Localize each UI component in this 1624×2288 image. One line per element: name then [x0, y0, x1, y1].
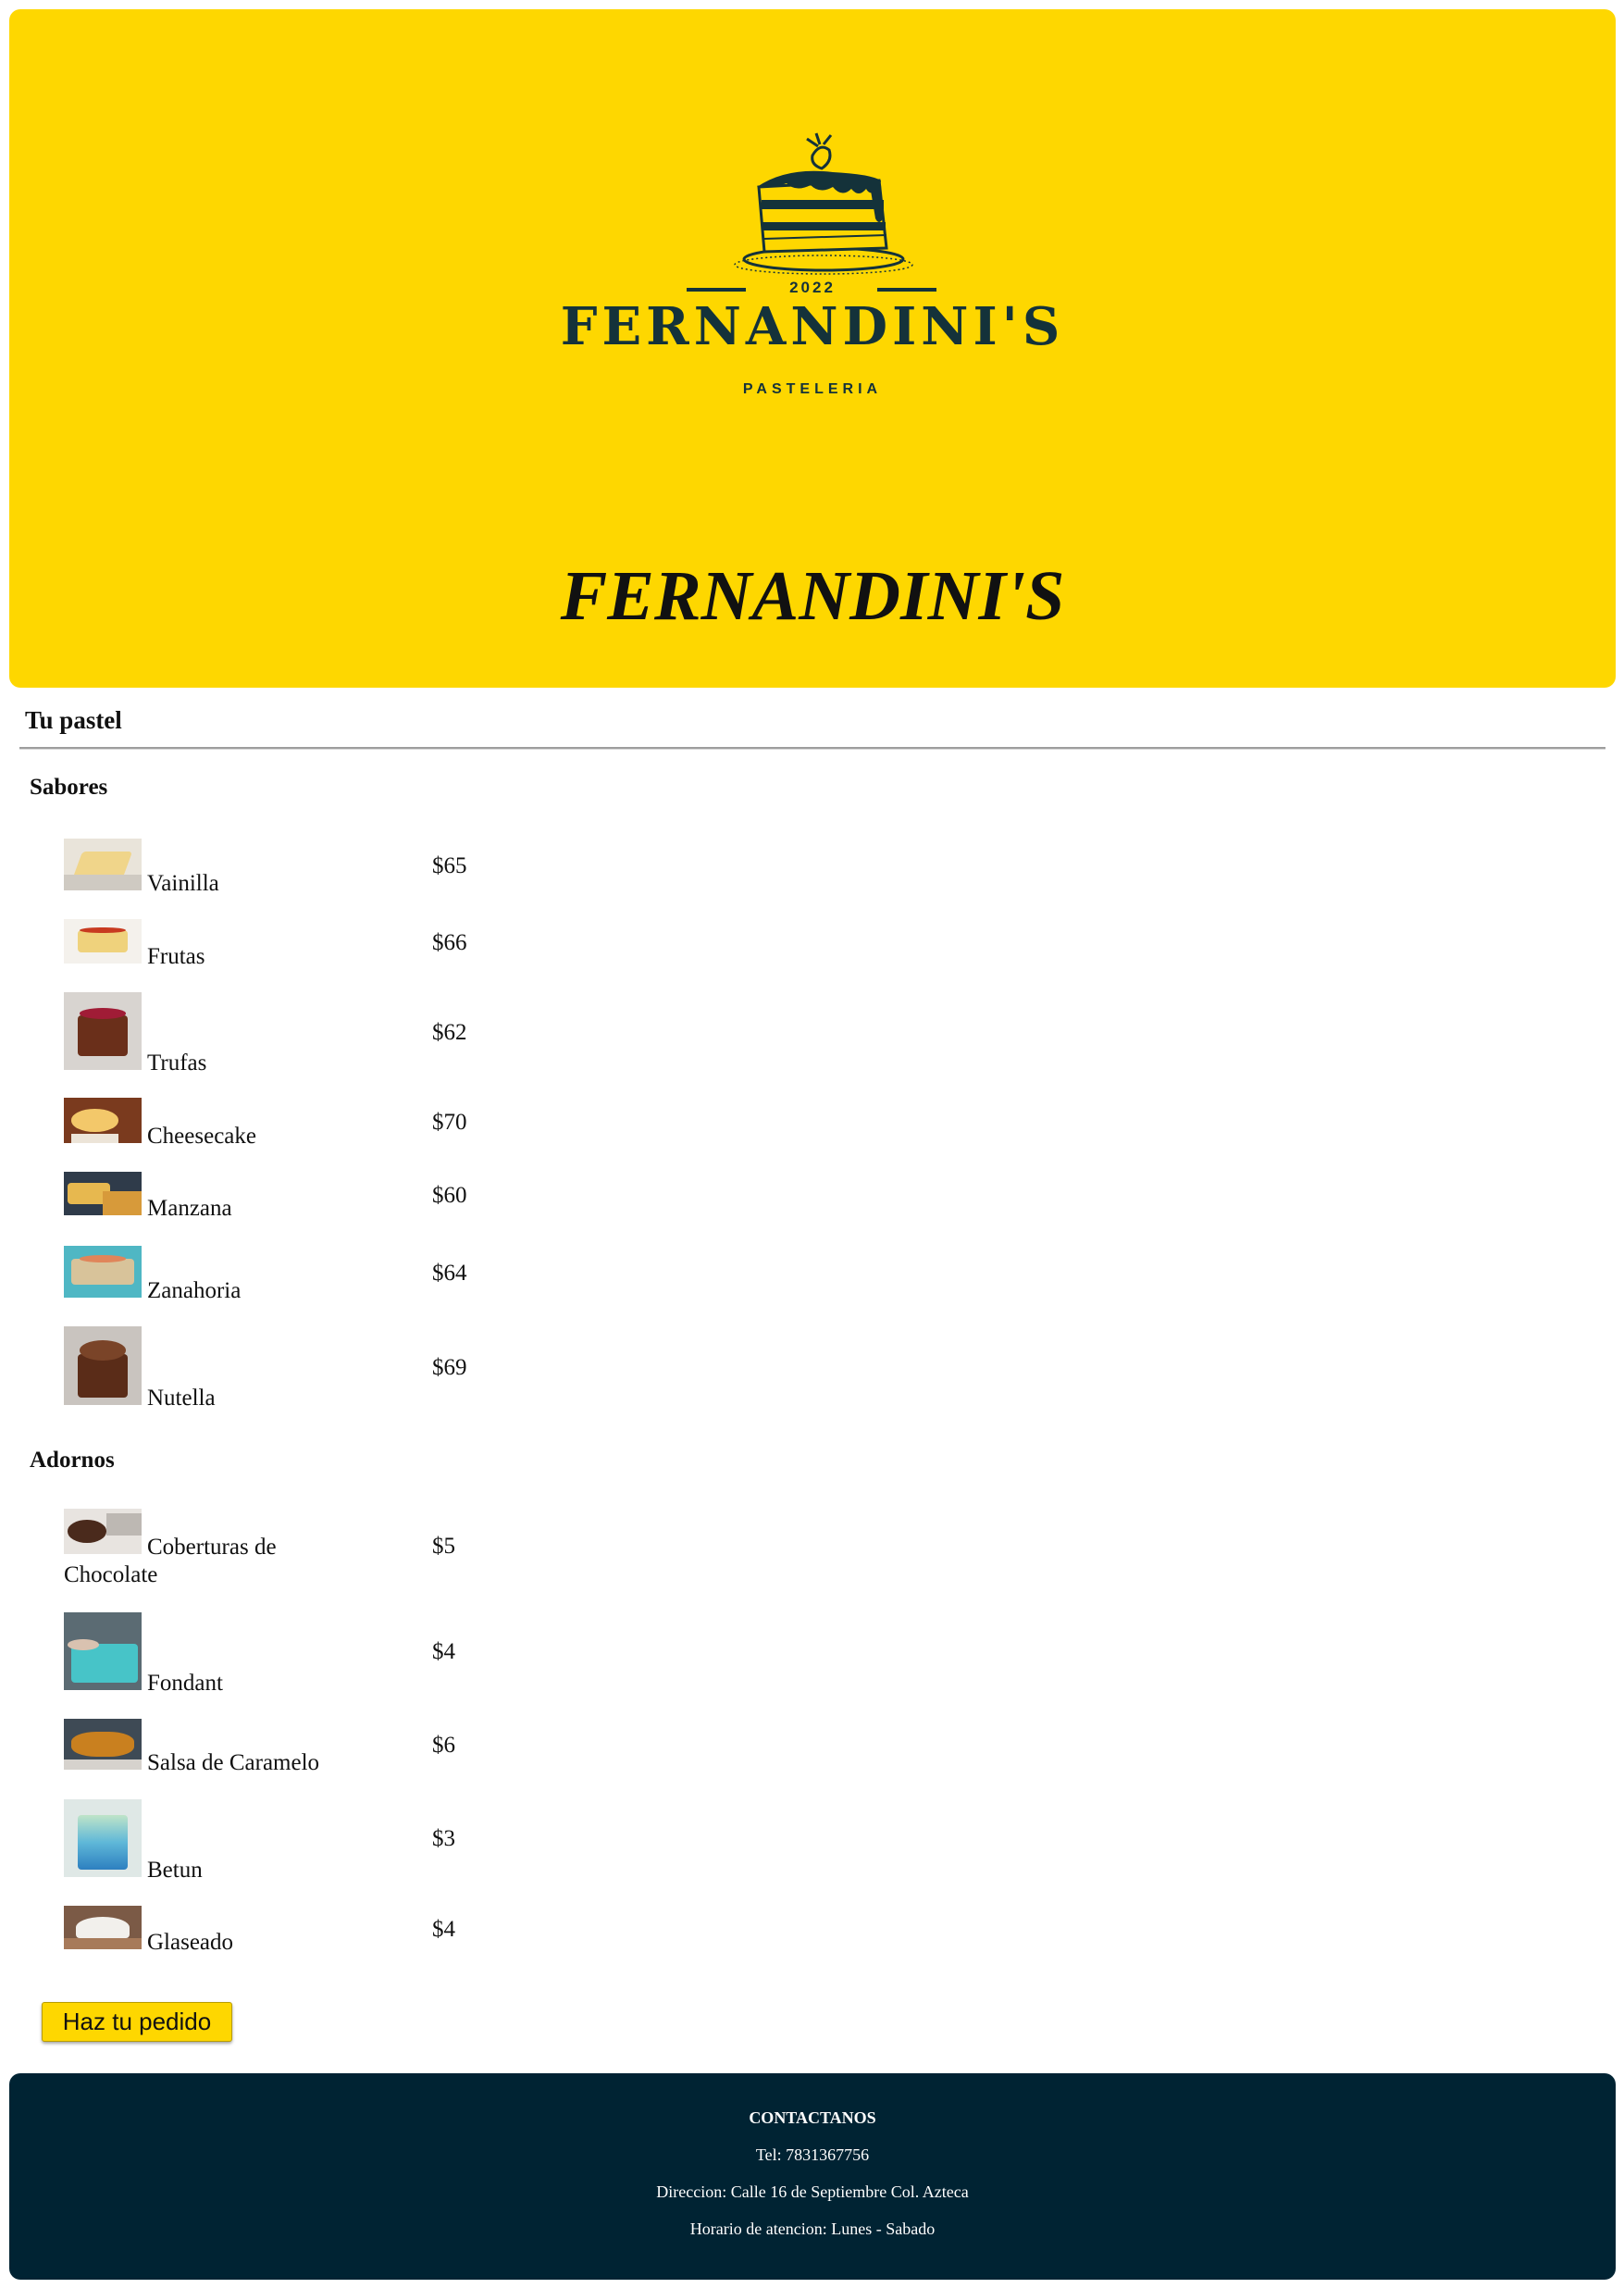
frosting-photo-icon	[64, 1799, 142, 1877]
topping-price-betun: $3	[432, 1826, 455, 1851]
flavor-item-vainilla[interactable]: Vainilla	[64, 839, 341, 898]
nutella-cake-photo-icon	[64, 1326, 142, 1405]
glaze-photo-icon	[64, 1906, 142, 1949]
topping-label: Glaseado	[147, 1930, 234, 1955]
topping-label: Salsa de Caramelo	[147, 1750, 320, 1775]
header-banner: 2022 FERNANDINI'S PASTELERIA FERNANDINI'…	[9, 9, 1616, 688]
footer-address: Direccion: Calle 16 de Septiembre Col. A…	[656, 2182, 969, 2201]
logo-year: 2022	[789, 279, 836, 296]
topping-price-salsa-de-caramelo: $6	[432, 1733, 455, 1758]
flavor-label: Nutella	[147, 1386, 216, 1411]
topping-price-fondant: $4	[432, 1639, 455, 1664]
logo-rule-right	[877, 288, 936, 292]
adornos-heading: Adornos	[30, 1448, 115, 1473]
flavor-item-frutas[interactable]: Frutas	[64, 919, 341, 971]
footer-phone: Tel: 7831367756	[755, 2145, 870, 2164]
topping-label: Betun	[147, 1858, 203, 1883]
flavor-price-cheesecake: $70	[432, 1110, 467, 1135]
flavor-price-zanahoria: $64	[432, 1261, 467, 1286]
fondant-photo-icon	[64, 1612, 142, 1690]
sabores-heading: Sabores	[30, 775, 108, 800]
carrot-cake-photo-icon	[64, 1246, 142, 1298]
flavor-label: Cheesecake	[147, 1124, 256, 1149]
flavor-item-trufas[interactable]: Trufas	[64, 992, 341, 1077]
flavor-label: Vainilla	[147, 871, 219, 896]
flavor-label: Zanahoria	[147, 1278, 242, 1303]
topping-item-betun[interactable]: Betun	[64, 1799, 341, 1884]
topping-price-glaseado: $4	[432, 1917, 455, 1942]
cake-slice-icon	[734, 132, 913, 275]
flavor-item-zanahoria[interactable]: Zanahoria	[64, 1246, 341, 1305]
chocolate-coating-photo-icon	[64, 1509, 142, 1554]
fruit-cake-photo-icon	[64, 919, 142, 964]
logo-subtitle: PASTELERIA	[742, 381, 883, 397]
topping-price-coberturas-de-chocolate: $5	[432, 1534, 455, 1559]
flavor-item-manzana[interactable]: Manzana	[64, 1172, 341, 1223]
section-title: Tu pastel	[25, 706, 122, 734]
topping-item-glaseado[interactable]: Glaseado	[64, 1906, 341, 1957]
flavor-item-cheesecake[interactable]: Cheesecake	[64, 1098, 341, 1150]
flavor-price-trufas: $62	[432, 1020, 467, 1045]
truffle-cake-photo-icon	[64, 992, 142, 1070]
cheesecake-photo-icon	[64, 1098, 142, 1143]
page-title: FERNANDINI'S	[560, 557, 1065, 635]
footer-hours: Horario de atencion: Lunes - Sabado	[689, 2220, 936, 2238]
flavor-label: Manzana	[147, 1196, 232, 1221]
caramel-sauce-photo-icon	[64, 1719, 142, 1770]
order-button[interactable]: Haz tu pedido	[42, 2002, 232, 2042]
flavor-price-nutella: $69	[432, 1355, 467, 1380]
footer-title: CONTACTANOS	[749, 2108, 876, 2127]
flavor-price-vainilla: $65	[432, 853, 467, 878]
flavor-item-nutella[interactable]: Nutella	[64, 1326, 341, 1412]
topping-item-salsa-de-caramelo[interactable]: Salsa de Caramelo	[64, 1719, 341, 1777]
apple-cake-photo-icon	[64, 1172, 142, 1215]
vanilla-cake-photo-icon	[64, 839, 142, 890]
contact-footer: CONTACTANOS Tel: 7831367756 Direccion: C…	[9, 2073, 1616, 2280]
topping-item-fondant[interactable]: Fondant	[64, 1612, 341, 1697]
brand-logo: 2022 FERNANDINI'S PASTELERIA	[9, 120, 1616, 417]
flavor-price-frutas: $66	[432, 930, 467, 955]
topping-label: Fondant	[147, 1671, 223, 1696]
flavor-price-manzana: $60	[432, 1183, 467, 1208]
logo-brand-name: FERNANDINI'S	[560, 296, 1065, 357]
flavor-label: Frutas	[147, 944, 205, 969]
section-divider	[19, 747, 1605, 750]
flavor-label: Trufas	[147, 1051, 207, 1076]
topping-item-coberturas-de-chocolate[interactable]: Coberturas de Chocolate	[64, 1509, 332, 1589]
